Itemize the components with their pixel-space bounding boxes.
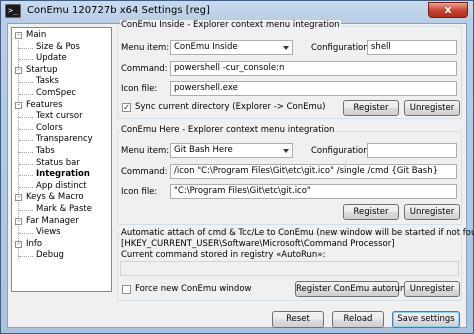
tree-item-comspec[interactable]: ComSpec: [36, 88, 76, 99]
tree-item-update[interactable]: Update: [36, 53, 67, 64]
tree-item-size-pos[interactable]: Size & Pos: [36, 42, 80, 53]
tree-connector-line: [19, 117, 33, 119]
here-menu-item-value: Git Bash Here: [174, 145, 233, 155]
force-new-window-checkbox[interactable]: [122, 285, 131, 294]
here-configuration-field[interactable]: [367, 143, 457, 158]
tree-connector-line: [19, 82, 33, 84]
tree-connector-line: [19, 186, 33, 188]
checkmark-icon: ✓: [123, 103, 130, 112]
reload-button[interactable]: Reload: [332, 311, 384, 328]
tree-connector-line: [19, 210, 33, 211]
settings-tree[interactable]: Main - Size & Pos Update Startup - Tasks ComSpe…: [11, 27, 112, 292]
tree-collapse-icon[interactable]: -: [15, 101, 22, 109]
tree-item-status-bar[interactable]: Status bar: [36, 158, 80, 169]
tree-item-tasks[interactable]: Tasks: [36, 76, 59, 87]
tree-item-text-cursor[interactable]: Text cursor: [36, 111, 83, 122]
tree-item-mark-paste[interactable]: Mark & Paste: [36, 204, 92, 215]
close-icon: x: [444, 3, 452, 16]
tree-collapse-icon[interactable]: -: [15, 240, 22, 248]
conemu-app-icon: >_: [5, 4, 21, 18]
register-autorun-button[interactable]: Register ConEmu autorun: [295, 281, 405, 297]
settings-window: >_ ConEmu 120727b x64 Settings [reg] x M…: [0, 0, 474, 334]
inside-unregister-button[interactable]: Unregister: [404, 100, 460, 116]
inside-icon-file-field[interactable]: powershell.exe: [170, 81, 457, 96]
inside-sync-label: Sync current directory (Explorer -> ConE…: [135, 102, 326, 112]
tree-connector-line: [19, 128, 33, 130]
force-new-window-label: Force new ConEmu window: [135, 284, 252, 294]
tree-connector-line: [19, 94, 33, 95]
settings-client-area: Main - Size & Pos Update Startup - Tasks ComSpe…: [7, 20, 474, 328]
autorun-current-command-field: [120, 261, 459, 276]
inside-menu-item-label: Menu item:: [121, 43, 170, 53]
here-command-field[interactable]: /icon "C:\Program Files\Git\etc\git.ico"…: [170, 164, 457, 179]
here-menu-item-combo[interactable]: Git Bash Here: [170, 143, 293, 158]
here-icon-file-field[interactable]: "C:\Program Files\Git\etc\git.ico": [170, 184, 457, 199]
tree-connector-line: [19, 175, 33, 177]
here-configuration-label: Configuration:: [311, 146, 372, 156]
window-title: ConEmu 120727b x64 Settings [reg]: [27, 5, 210, 16]
unregister-autorun-button[interactable]: Unregister: [404, 281, 460, 297]
inside-register-button[interactable]: Register: [343, 100, 399, 116]
here-unregister-button[interactable]: Unregister: [404, 204, 460, 220]
tree-item-keys-macro[interactable]: Keys & Macro: [26, 192, 84, 203]
inside-menu-item-value: ConEmu Inside: [174, 42, 238, 52]
close-button[interactable]: x: [428, 2, 468, 18]
tree-item-tabs[interactable]: Tabs: [36, 146, 55, 157]
tree-item-views[interactable]: Views: [36, 227, 61, 238]
tree-item-info[interactable]: Info: [26, 239, 42, 250]
reset-button[interactable]: Reset: [272, 311, 324, 328]
tree-item-main[interactable]: Main: [26, 30, 46, 41]
inside-configuration-label: Configuration:: [311, 43, 372, 53]
chevron-down-icon: [283, 46, 289, 50]
inside-icon-file-label: Icon file:: [121, 84, 158, 94]
tree-item-debug[interactable]: Debug: [36, 250, 64, 261]
inside-sync-checkbox[interactable]: ✓: [122, 103, 131, 112]
save-settings-button[interactable]: Save settings: [392, 311, 460, 328]
tree-item-startup[interactable]: Startup: [26, 65, 58, 76]
tree-connector-line: [19, 47, 33, 49]
tree-connector-line: [19, 163, 33, 165]
tree-item-app-distinct[interactable]: App distinct: [36, 181, 87, 192]
tree-item-far-manager[interactable]: Far Manager: [26, 216, 79, 227]
tree-collapse-icon[interactable]: -: [15, 217, 22, 225]
tree-collapse-icon[interactable]: -: [15, 66, 22, 74]
tree-connector-line: [19, 233, 33, 235]
here-command-label: Command:: [121, 167, 168, 177]
chevron-down-icon: [283, 149, 289, 153]
tree-item-colors[interactable]: Colors: [36, 123, 63, 134]
autorun-current-command-label: Current command stored in registry «Auto…: [121, 250, 326, 260]
tree-connector-line: [19, 59, 33, 61]
autorun-description: Automatic attach of cmd & Tcc/Le to ConE…: [121, 228, 474, 238]
tree-collapse-icon[interactable]: -: [15, 194, 22, 202]
autorun-registry-key: [HKEY_CURRENT_USER\Software\Microsoft\Co…: [121, 239, 395, 249]
tree-connector-line: [19, 140, 33, 142]
here-group-title: ConEmu Here - Explorer context menu inte…: [120, 125, 336, 135]
tree-item-features[interactable]: Features: [26, 100, 63, 111]
here-menu-item-label: Menu item:: [121, 146, 170, 156]
here-register-button[interactable]: Register: [343, 204, 399, 220]
tree-connector-line: [19, 152, 33, 153]
tree-item-integration[interactable]: Integration: [36, 169, 90, 181]
inside-configuration-field[interactable]: shell: [367, 40, 457, 55]
inside-group-title: ConEmu Inside - Explorer context menu in…: [120, 20, 341, 30]
inside-command-field[interactable]: powershell -cur_console:n: [170, 61, 457, 76]
inside-menu-item-combo[interactable]: ConEmu Inside: [170, 40, 293, 55]
tree-collapse-icon[interactable]: -: [15, 32, 22, 39]
inside-command-label: Command:: [121, 64, 168, 74]
title-bar[interactable]: >_ ConEmu 120727b x64 Settings [reg] x: [1, 1, 473, 21]
tree-connector-line: [19, 256, 33, 258]
here-icon-file-label: Icon file:: [121, 187, 158, 197]
tree-item-transparency[interactable]: Transparency: [36, 134, 93, 145]
